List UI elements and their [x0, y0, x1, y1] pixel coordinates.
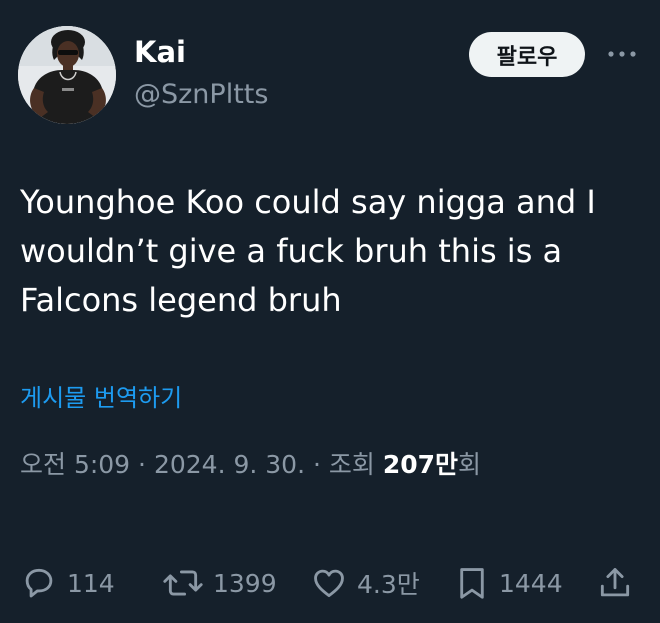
follow-button[interactable]: 팔로우	[469, 32, 585, 77]
like-button[interactable]: 4.3만	[310, 560, 420, 606]
repost-button[interactable]: 1399	[162, 560, 277, 606]
repost-icon	[163, 570, 203, 596]
share-button[interactable]	[596, 560, 634, 606]
tweet-metadata: 오전 5:09 · 2024. 9. 30. · 조회 207만회	[20, 448, 481, 482]
meta-separator: ·	[138, 450, 146, 479]
repost-count: 1399	[213, 568, 277, 598]
bookmark-icon	[460, 568, 484, 599]
translate-post-link[interactable]: 게시물 번역하기	[20, 382, 182, 414]
heart-icon	[314, 569, 344, 598]
avatar-photo	[18, 26, 116, 124]
more-horizontal-icon	[608, 51, 636, 57]
meta-separator: ·	[312, 450, 321, 479]
views-count: 207만	[382, 450, 459, 479]
bookmark-count: 1444	[499, 568, 563, 598]
tweet-card: Kai @SznPltts 팔로우 Younghoe Koo could say…	[0, 0, 660, 623]
reply-button[interactable]: 114	[20, 560, 115, 606]
tweet-time[interactable]: 오전 5:09	[20, 450, 130, 479]
tweet-date[interactable]: 2024. 9. 30.	[154, 450, 305, 479]
bookmark-button[interactable]: 1444	[454, 560, 563, 606]
share-icon	[600, 568, 630, 597]
reply-count: 114	[67, 568, 115, 598]
tweet-text: Younghoe Koo could say nigga and I would…	[20, 183, 596, 319]
reply-icon	[25, 568, 53, 598]
action-bar: 114 1399 4.3만 1444	[0, 560, 660, 606]
like-count: 4.3만	[357, 570, 420, 599]
views-label: 조회	[328, 450, 375, 479]
views-unit: 회	[458, 450, 482, 479]
display-name[interactable]: Kai	[134, 34, 186, 70]
user-handle[interactable]: @SznPltts	[134, 78, 268, 112]
avatar[interactable]	[18, 26, 116, 124]
more-options-button[interactable]	[602, 40, 642, 68]
